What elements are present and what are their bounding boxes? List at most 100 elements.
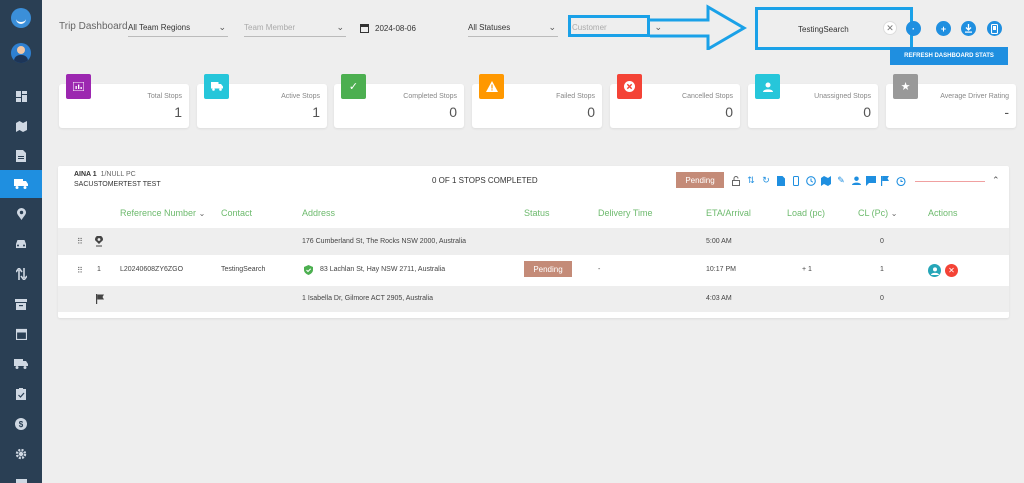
route-panel: AINA 1 1/NULL PC SACUSTOMERTEST TEST 0 O…: [58, 166, 1009, 318]
stat-card-unassigned-stops: Unassigned Stops 0: [748, 74, 878, 128]
stat-value: 1: [312, 104, 320, 120]
stat-card-active-stops: Active Stops 1: [197, 74, 327, 128]
chevron-down-icon: ⌄: [198, 209, 206, 218]
add-icon[interactable]: +: [936, 21, 951, 36]
header-status: Status: [524, 208, 550, 218]
shield-check-icon: [304, 265, 313, 277]
chart-icon: [66, 74, 91, 99]
chevron-down-icon: ⌄: [218, 22, 226, 32]
device-icon[interactable]: [987, 21, 1002, 36]
address-cell: 83 Lachlan St, Hay NSW 2711, Australia: [320, 266, 446, 273]
app-logo-icon[interactable]: [11, 8, 31, 28]
truck-icon: [204, 74, 229, 99]
drag-handle-icon[interactable]: ⠿: [77, 266, 83, 275]
drag-handle-icon[interactable]: ⠿: [77, 237, 83, 246]
stat-label: Failed Stops: [556, 93, 595, 100]
eta-cell: 4:03 AM: [706, 295, 732, 302]
search-input[interactable]: TestingSearch: [798, 25, 849, 34]
table-row[interactable]: ⠿ 1 L20240608ZY6ZGO TestingSearch 83 Lac…: [58, 255, 1009, 286]
header-cl[interactable]: CL (Pc) ⌄: [858, 208, 897, 218]
eta-cell: 10:17 PM: [706, 266, 736, 273]
table-row[interactable]: 1 Isabella Dr, Gilmore ACT 2905, Austral…: [58, 286, 1009, 312]
map-icon[interactable]: [0, 112, 42, 140]
divider-line: [915, 181, 985, 182]
download-icon[interactable]: [961, 21, 976, 36]
header-load: Load (pc): [787, 208, 826, 218]
person-icon[interactable]: [851, 175, 861, 186]
stat-label: Average Driver Rating: [940, 93, 1009, 100]
sort-icon[interactable]: ⇅: [746, 175, 756, 186]
header-reference[interactable]: Reference Number ⌄: [120, 208, 205, 218]
route-progress: 0 OF 1 STOPS COMPLETED: [432, 176, 538, 185]
search-dot-button[interactable]: ·: [906, 21, 921, 36]
calendar-icon: [360, 24, 369, 33]
user-avatar[interactable]: [11, 43, 31, 63]
date-field[interactable]: 2024-08-06: [360, 19, 450, 37]
load-cell: + 1: [802, 266, 812, 273]
header-contact: Contact: [221, 208, 253, 218]
header-eta: ETA/Arrival: [706, 208, 751, 218]
clipboard-icon[interactable]: [0, 380, 42, 408]
location-pin-icon: [95, 235, 103, 249]
check-icon: ✓: [341, 74, 366, 99]
cl-cell: 0: [880, 238, 884, 245]
truck-icon[interactable]: [0, 170, 42, 198]
cancel-icon: [617, 74, 642, 99]
calendar-icon[interactable]: [0, 320, 42, 348]
svg-text:$: $: [19, 420, 24, 429]
flag-icon[interactable]: [881, 175, 891, 186]
delivery-time-cell: -: [598, 266, 601, 273]
stat-label: Total Stops: [147, 93, 182, 100]
region-select[interactable]: All Team Regions ⌄: [128, 19, 228, 37]
chevron-down-icon: ⌄: [890, 209, 898, 218]
location-pin-icon[interactable]: [0, 200, 42, 228]
chevron-up-icon[interactable]: ⌃: [992, 175, 1000, 186]
refresh-icon[interactable]: ↻: [761, 175, 771, 186]
edit-icon[interactable]: ✎: [836, 175, 846, 186]
more-icon[interactable]: [0, 466, 42, 483]
file-icon[interactable]: [776, 175, 786, 186]
clock-icon[interactable]: [806, 175, 816, 186]
delivery-truck-icon[interactable]: [0, 350, 42, 378]
stop-status-button[interactable]: Pending: [524, 261, 572, 277]
clear-search-icon[interactable]: ✕: [883, 21, 897, 35]
gear-icon[interactable]: [0, 440, 42, 468]
timer-icon[interactable]: [896, 175, 906, 186]
unlock-icon[interactable]: [731, 175, 741, 186]
route-sub: 1/NULL PC: [100, 171, 136, 178]
address-cell: 176 Cumberland St, The Rocks NSW 2000, A…: [302, 238, 467, 245]
message-icon[interactable]: [866, 175, 876, 186]
chevron-down-icon: ⌄: [548, 22, 556, 32]
refresh-dashboard-button[interactable]: REFRESH DASHBOARD STATS: [890, 47, 1008, 65]
chevron-down-icon: ⌄: [336, 22, 344, 32]
dollar-icon[interactable]: $: [0, 410, 42, 438]
archive-icon[interactable]: [0, 290, 42, 318]
phone-icon[interactable]: [791, 175, 801, 186]
stat-value: -: [1004, 104, 1009, 120]
delete-stop-icon[interactable]: ✕: [945, 264, 958, 277]
warning-icon: [479, 74, 504, 99]
table-row[interactable]: ⠿ 176 Cumberland St, The Rocks NSW 2000,…: [58, 228, 1009, 255]
table-header: Reference Number ⌄ Contact Address Statu…: [58, 208, 1009, 222]
stat-card-failed-stops: Failed Stops 0: [472, 74, 602, 128]
status-select[interactable]: All Statuses ⌄: [468, 19, 558, 37]
car-icon[interactable]: [0, 230, 42, 258]
stat-value: 0: [863, 104, 871, 120]
flag-icon: [96, 294, 105, 306]
header-address: Address: [302, 208, 336, 218]
team-member-select[interactable]: Team Member ⌄: [244, 19, 346, 37]
stat-value: 0: [725, 104, 733, 120]
map-icon[interactable]: [821, 175, 831, 186]
document-icon[interactable]: [0, 142, 42, 170]
customer-highlight-box: [568, 15, 650, 37]
swap-icon[interactable]: [0, 260, 42, 288]
assign-driver-icon[interactable]: [928, 264, 941, 277]
reference-cell[interactable]: L20240608ZY6ZGO: [120, 266, 183, 273]
stat-label: Active Stops: [281, 93, 320, 100]
person-icon: [755, 74, 780, 99]
cl-cell: 1: [880, 266, 884, 273]
cl-cell: 0: [880, 295, 884, 302]
dashboard-icon[interactable]: [0, 82, 42, 110]
stat-card-average-driver-rating: ★ Average Driver Rating -: [886, 74, 1016, 128]
route-status-button[interactable]: Pending: [676, 172, 724, 188]
